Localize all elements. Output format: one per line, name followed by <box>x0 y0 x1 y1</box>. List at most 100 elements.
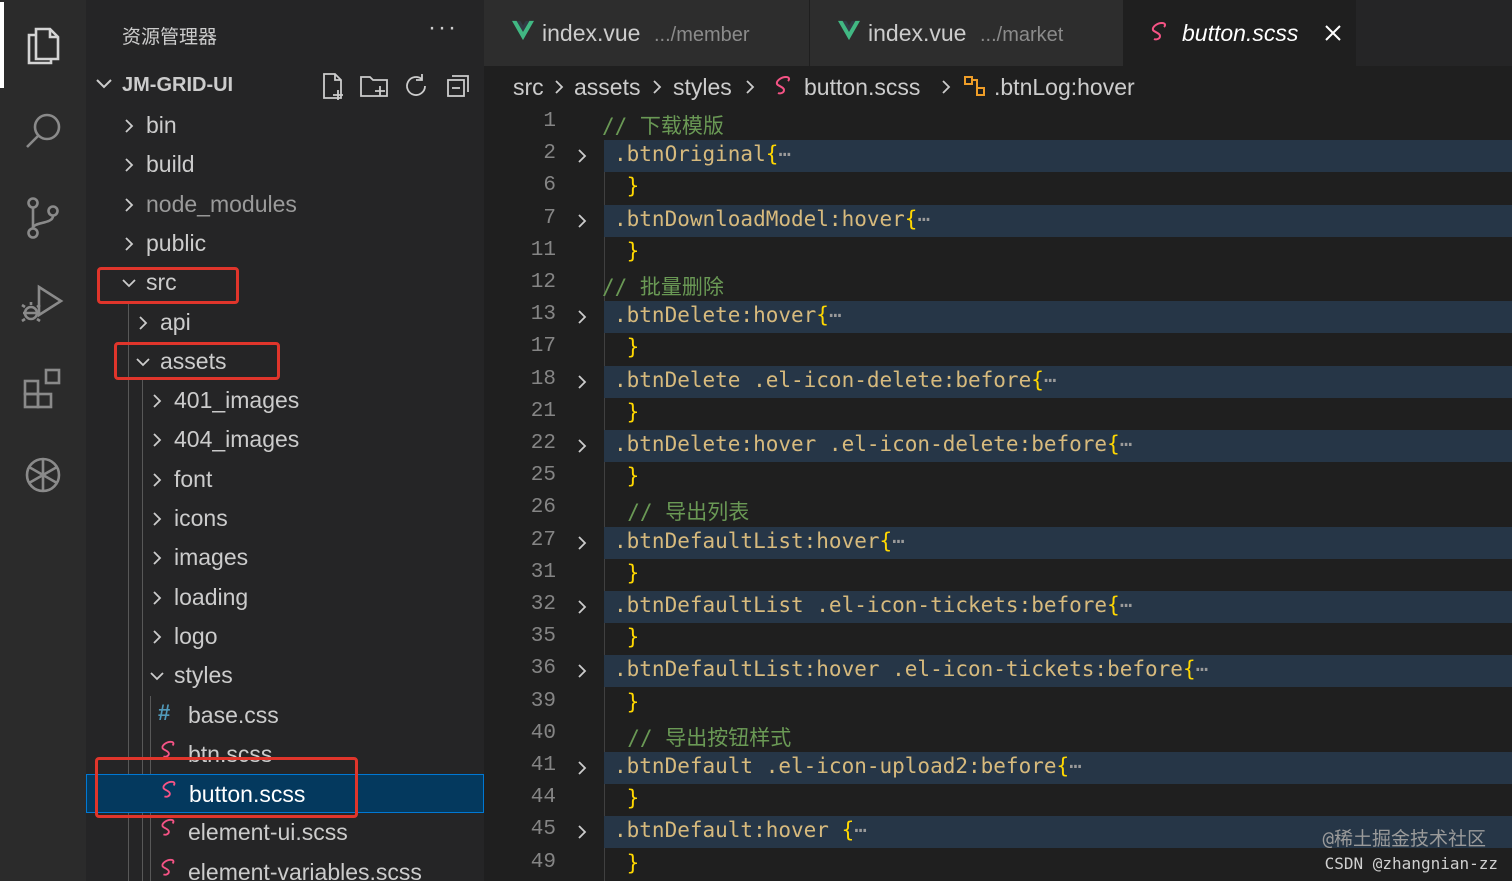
code-line: 12 // 批量删除 <box>484 269 1512 301</box>
source-control-icon[interactable] <box>0 174 86 260</box>
chatgpt-icon[interactable] <box>0 432 86 518</box>
sass-icon <box>158 817 178 845</box>
code-text: } <box>614 335 640 359</box>
folder-item[interactable]: icons <box>86 499 484 538</box>
code-brace: { <box>816 303 829 328</box>
new-folder-icon[interactable] <box>358 70 390 102</box>
project-header[interactable]: JM-GRID-UI <box>86 66 484 106</box>
highlight-box-src <box>97 267 239 304</box>
code-brace: } <box>614 560 640 585</box>
tab-button-scss[interactable]: button.scss <box>1124 0 1356 66</box>
tree-item-label: icons <box>174 505 228 531</box>
fold-chevron-icon[interactable] <box>574 437 590 455</box>
vue-icon <box>512 20 534 41</box>
folder-item[interactable]: loading <box>86 578 484 617</box>
folder-item[interactable]: 404_images <box>86 420 484 459</box>
explorer-icon[interactable] <box>0 2 86 88</box>
extensions-icon[interactable] <box>0 346 86 432</box>
fold-ellipsis[interactable]: ⋯ <box>917 207 930 231</box>
watermark: @稀土掘金技术社区 <box>1322 828 1486 850</box>
breadcrumb-item-src[interactable]: src <box>513 74 544 101</box>
folder-item[interactable]: bin <box>86 106 484 145</box>
file-item[interactable]: element-variables.scss <box>86 853 484 881</box>
fold-chevron-icon[interactable] <box>574 534 590 552</box>
run-debug-icon[interactable] <box>0 260 86 346</box>
code-line: 22 .btnDelete:hover .el-icon-delete:befor… <box>484 430 1512 462</box>
fold-ellipsis[interactable]: ⋯ <box>829 303 842 327</box>
code-text: // 导出列表 <box>602 496 749 526</box>
code-brace: { <box>879 528 893 553</box>
fold-chevron-icon[interactable] <box>574 212 590 230</box>
new-file-icon[interactable] <box>316 70 348 102</box>
fold-ellipsis[interactable]: ⋯ <box>854 818 867 842</box>
folder-item[interactable]: api <box>86 303 484 342</box>
breadcrumb-item-assets[interactable]: assets <box>574 74 640 101</box>
code-selector: .btnDelete:hover <box>614 303 817 328</box>
code-selector: .btnDownloadModel:hover <box>614 206 905 231</box>
fold-ellipsis[interactable]: ⋯ <box>1196 657 1209 681</box>
tab-index-vue-member[interactable]: index.vue .../member <box>484 0 810 66</box>
code-line: 25 } <box>484 462 1512 494</box>
breadcrumb-item-styles[interactable]: styles <box>673 74 732 101</box>
code-editor[interactable]: 1// 下载模版 2 .btnOriginal{⋯ 6 } 7 .btnDownloadM… <box>484 108 1512 881</box>
code-brace: } <box>614 174 640 199</box>
file-item[interactable]: element-ui.scss <box>86 813 484 852</box>
folder-item[interactable]: public <box>86 224 484 263</box>
chevron-right-icon <box>555 80 564 94</box>
fold-chevron-icon[interactable] <box>574 662 590 680</box>
folder-item[interactable]: 401_images <box>86 381 484 420</box>
fold-chevron-icon[interactable] <box>574 373 590 391</box>
fold-ellipsis[interactable]: ⋯ <box>892 529 905 553</box>
code-text: .btnDownloadModel:hover{⋯ <box>614 207 930 231</box>
fold-chevron-icon[interactable] <box>574 147 590 165</box>
chevron-down-icon <box>150 672 164 681</box>
close-icon[interactable] <box>1322 22 1344 44</box>
more-actions-icon[interactable]: ··· <box>428 14 458 42</box>
folder-item[interactable]: node_modules <box>86 185 484 224</box>
line-number: 32 <box>530 593 556 616</box>
fold-chevron-icon[interactable] <box>574 759 590 777</box>
fold-ellipsis[interactable]: ⋯ <box>1044 368 1057 392</box>
project-name: JM-GRID-UI <box>122 74 234 96</box>
fold-chevron-icon[interactable] <box>574 308 590 326</box>
folder-item[interactable]: images <box>86 538 484 577</box>
code-comment: // 批量删除 <box>602 275 724 299</box>
folder-item[interactable]: logo <box>86 617 484 656</box>
code-brace: } <box>614 850 640 875</box>
code-comment: // 下载模版 <box>602 114 724 138</box>
folder-item[interactable]: styles <box>86 656 484 695</box>
code-text: } <box>614 690 640 714</box>
code-brace: } <box>614 625 640 650</box>
tab-name: button.scss <box>1182 20 1299 46</box>
code-text: // 下载模版 <box>602 110 724 140</box>
folder-item[interactable]: build <box>86 145 484 184</box>
code-selector: .btnDefaultList:hover <box>614 528 880 553</box>
breadcrumb-item-symbol[interactable]: .btnLog:hover <box>994 74 1135 101</box>
fold-chevron-icon[interactable] <box>574 823 590 841</box>
code-line: 35 } <box>484 623 1512 655</box>
breadcrumb-item-file[interactable]: button.scss <box>804 74 920 101</box>
code-line: 18 .btnDelete .el-icon-delete:before{⋯ <box>484 365 1512 398</box>
fold-chevron-icon[interactable] <box>574 598 590 616</box>
fold-ellipsis[interactable]: ⋯ <box>778 142 791 166</box>
fold-ellipsis[interactable]: ⋯ <box>1069 754 1082 778</box>
fold-ellipsis[interactable]: ⋯ <box>1120 593 1133 617</box>
refresh-icon[interactable] <box>400 70 432 102</box>
tree-item-label: api <box>160 308 191 335</box>
editor-tab-bar: index.vue .../member index.vue .../marke… <box>484 0 1512 66</box>
line-number: 39 <box>530 689 556 713</box>
tab-index-vue-market[interactable]: index.vue .../market <box>810 0 1124 66</box>
code-line: 21 } <box>484 398 1512 430</box>
code-text: .btnDelete:hover{⋯ <box>614 303 842 327</box>
search-icon[interactable] <box>0 88 86 174</box>
fold-ellipsis[interactable]: ⋯ <box>1120 432 1133 456</box>
file-item[interactable]: # base.css <box>86 696 484 735</box>
code-text: } <box>614 464 640 489</box>
code-brace: } <box>614 464 640 489</box>
tree-item-label: 404_images <box>174 426 300 453</box>
folder-item[interactable]: font <box>86 460 484 499</box>
code-brace: { <box>765 142 779 167</box>
line-number: 35 <box>530 625 556 649</box>
line-number: 17 <box>530 335 556 359</box>
collapse-all-icon[interactable] <box>442 70 474 102</box>
